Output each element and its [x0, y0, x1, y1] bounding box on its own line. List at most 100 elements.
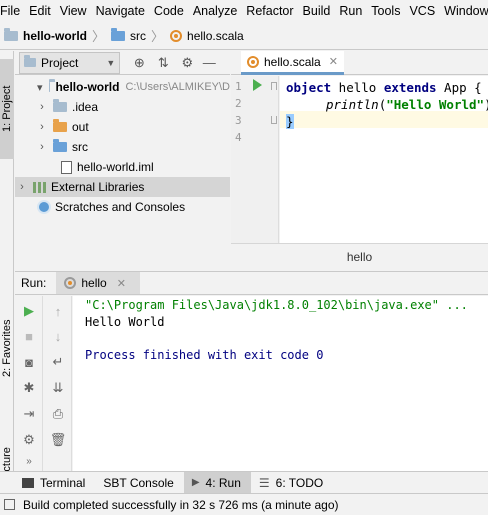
tool-tab-favorites-label: 2: Favorites — [1, 319, 13, 378]
menu-run[interactable]: Run — [335, 4, 367, 18]
export-icon[interactable]: ⇥ — [20, 405, 38, 423]
breadcrumb-project[interactable]: hello-world 〉 — [4, 26, 111, 45]
fold-icon[interactable] — [271, 82, 277, 90]
string-literal: "Hello World" — [386, 97, 485, 112]
stop-icon[interactable]: ■ — [20, 327, 38, 345]
arrow-up-icon[interactable]: ↑ — [49, 302, 67, 320]
project-view-icon — [24, 55, 36, 67]
run-tab-hello[interactable]: hello ✕ — [56, 272, 140, 294]
brace-open: { — [474, 80, 482, 95]
keyword-extends: extends — [383, 80, 437, 95]
library-icon — [33, 181, 47, 193]
tree-item-out[interactable]: › out — [15, 117, 230, 137]
trash-icon[interactable]: 🗑 — [49, 431, 67, 449]
run-config-icon — [64, 277, 77, 289]
tool-tab-project[interactable]: 1: Project — [0, 59, 14, 159]
code-line-2: println("Hello World") — [326, 96, 488, 113]
menu-edit[interactable]: Edit — [25, 4, 56, 18]
console-toolbar: ↑ ↓ ↵ ⇊ ⎙ 🗑 — [44, 296, 72, 471]
tree-item-scratches[interactable]: Scratches and Consoles — [15, 197, 230, 217]
left-tool-stripe: 1: Project 2: Favorites 7: Structure — [0, 51, 14, 504]
tree-item-hello-world[interactable]: ▾ hello-world C:\Users\ALMIKEY\D — [15, 77, 230, 97]
tab-run-label: 4: Run — [205, 475, 241, 490]
project-tree: ▾ hello-world C:\Users\ALMIKEY\D › .idea… — [15, 76, 230, 267]
project-panel-header: Project ▼ ⊕ ⇅ ⚙ — — [15, 51, 230, 75]
status-message: Build completed successfully in 32 s 726… — [23, 497, 339, 512]
tool-tab-favorites[interactable]: 2: Favorites — [0, 291, 14, 406]
module-file-icon — [61, 160, 72, 174]
status-bar: Build completed successfully in 32 s 726… — [0, 493, 488, 515]
tab-terminal[interactable]: Terminal — [14, 472, 95, 494]
console-exit-line: Process finished with exit code 0 — [85, 348, 324, 362]
close-icon[interactable]: ✕ — [329, 55, 338, 68]
tree-item-iml[interactable]: hello-world.iml — [15, 157, 230, 177]
tree-item-idea[interactable]: › .idea — [15, 97, 230, 117]
tree-item-label: Scratches and Consoles — [55, 200, 186, 214]
breadcrumb-src[interactable]: src 〉 — [111, 26, 170, 45]
menu-view[interactable]: View — [56, 4, 92, 18]
chevron-down-icon: ▾ — [37, 81, 43, 94]
folder-icon — [53, 99, 67, 112]
chevron-right-icon: › — [40, 121, 44, 133]
chevron-right-icon: 〉 — [92, 29, 106, 44]
tree-item-src[interactable]: › src — [15, 137, 230, 157]
console-output[interactable]: "C:\Program Files\Java\jdk1.8.0_102\bin\… — [73, 296, 488, 471]
run-gutter-icon[interactable] — [253, 79, 262, 91]
tree-item-external-libraries[interactable]: › External Libraries — [15, 177, 230, 197]
tree-item-label: .idea — [72, 100, 99, 114]
menu-navigate[interactable]: Navigate — [92, 4, 150, 18]
more-icon[interactable]: » — [20, 452, 38, 470]
scroll-to-end-icon[interactable]: ⇊ — [49, 379, 67, 397]
menu-tools[interactable]: Tools — [367, 4, 405, 18]
collapse-all-icon[interactable]: ⇅ — [154, 54, 172, 72]
line-number: 1 — [235, 80, 242, 93]
menu-file[interactable]: File — [0, 4, 25, 18]
editor-tab-hello-scala[interactable]: hello.scala ✕ — [241, 51, 344, 75]
project-view-label: Project — [41, 55, 79, 70]
tab-todo-label: 6: TODO — [275, 475, 324, 490]
settings-icon[interactable]: ⚙ — [20, 431, 38, 449]
editor-footer-label[interactable]: hello — [347, 250, 372, 264]
tab-todo[interactable]: ☰ 6: TODO — [251, 472, 333, 494]
run-icon: ▶ — [191, 477, 200, 488]
soft-wrap-icon[interactable]: ↵ — [49, 353, 67, 371]
tree-item-label: hello-world.iml — [77, 160, 154, 174]
code-editor[interactable]: object hello extends App { println("Hell… — [280, 76, 488, 243]
parent-type: App — [436, 80, 475, 95]
todo-list-icon: ☰ — [258, 475, 270, 490]
folder-icon — [53, 139, 67, 152]
minimize-icon[interactable]: — — [200, 54, 218, 72]
menu-analyze[interactable]: Analyze — [189, 4, 242, 18]
object-name: hello — [331, 80, 384, 95]
debug-icon[interactable]: ✱ — [20, 379, 38, 397]
project-view-selector[interactable]: Project ▼ — [19, 51, 121, 74]
locate-icon[interactable]: ⊕ — [130, 54, 148, 72]
breadcrumb-file[interactable]: hello.scala — [170, 29, 244, 43]
paren-close: ) — [484, 97, 488, 112]
gear-icon[interactable]: ⚙ — [178, 54, 196, 72]
menu-vcs[interactable]: VCS — [405, 4, 440, 18]
editor-breadcrumb-footer: hello — [231, 243, 488, 270]
rerun-icon[interactable]: ▶ — [20, 302, 38, 320]
code-line-1: object hello extends App { — [286, 79, 482, 96]
tool-windows-icon[interactable] — [4, 499, 15, 510]
current-line-highlight — [280, 111, 488, 128]
breadcrumb-src-label: src — [130, 28, 147, 43]
arrow-down-icon[interactable]: ↓ — [49, 327, 67, 345]
console-command-line: "C:\Program Files\Java\jdk1.8.0_102\bin\… — [85, 298, 468, 312]
camera-icon[interactable]: ◙ — [20, 353, 38, 371]
menu-refactor[interactable]: Refactor — [242, 4, 298, 18]
chevron-right-icon: › — [40, 141, 44, 153]
tab-sbt-console[interactable]: SBT Console — [95, 472, 183, 494]
menu-code[interactable]: Code — [150, 4, 189, 18]
menu-window[interactable]: Window — [440, 4, 488, 18]
close-icon[interactable]: ✕ — [117, 277, 126, 290]
folder-icon — [48, 79, 55, 92]
line-number: 4 — [235, 131, 242, 144]
fold-icon[interactable] — [271, 116, 277, 124]
print-icon[interactable]: ⎙ — [49, 405, 67, 423]
tab-sbt-console-label: SBT Console — [103, 475, 174, 490]
tab-run[interactable]: ▶ 4: Run — [183, 471, 251, 494]
chevron-down-icon: ▼ — [106, 57, 116, 68]
menu-build[interactable]: Build — [299, 4, 336, 18]
